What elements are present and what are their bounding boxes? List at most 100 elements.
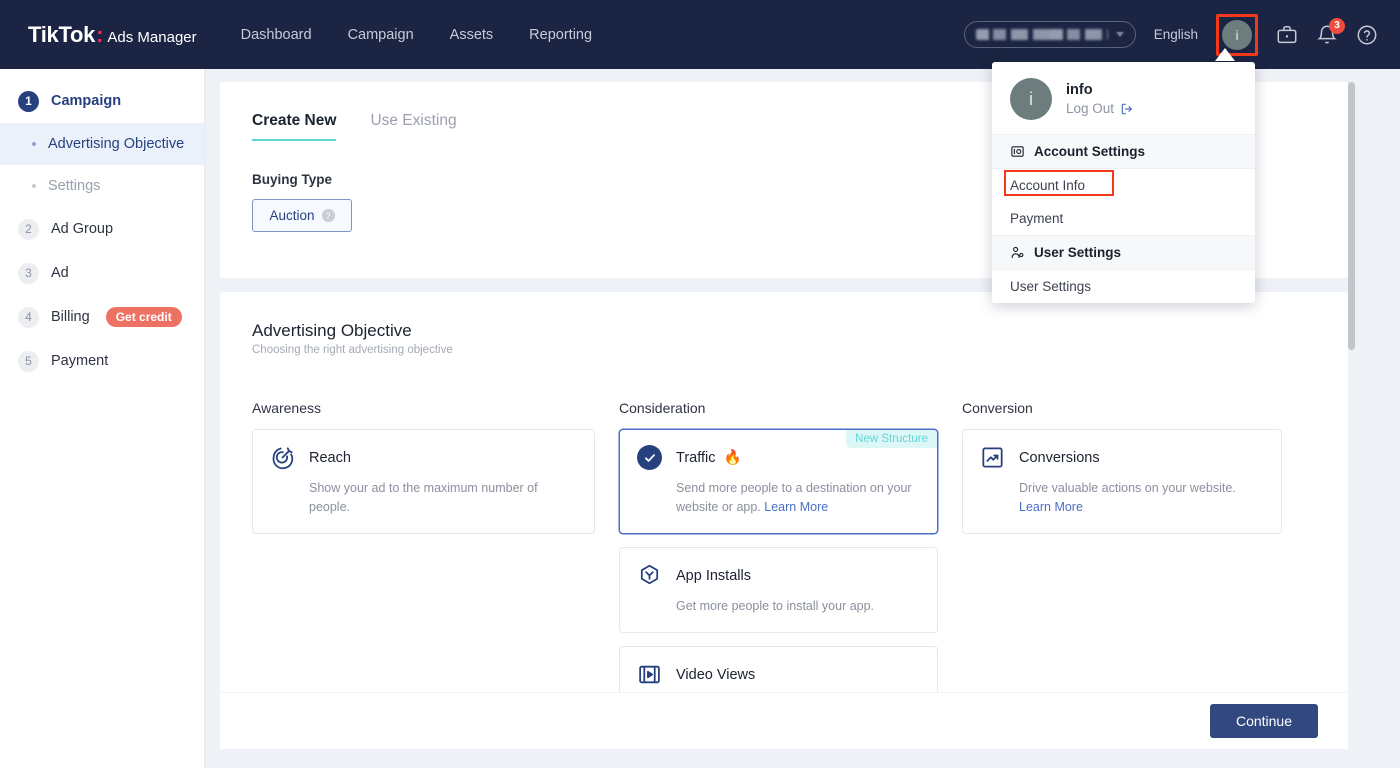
learn-more-link[interactable]: Learn More [764,500,828,514]
objective-card-title: Reach [309,450,351,466]
objective-card-traffic[interactable]: New Structure Traffic 🔥 Sen [619,429,938,534]
sidebar-item-label: Ad Group [51,221,113,237]
account-name-redacted [976,29,1108,40]
nav-item-reporting[interactable]: Reporting [527,21,594,49]
learn-more-link[interactable]: Learn More [1019,500,1083,514]
dropdown-item-label: Account Info [1010,178,1085,193]
objective-card-conversions[interactable]: Conversions Drive valuable actions on yo… [962,429,1282,534]
bell-icon[interactable]: 3 [1316,24,1338,46]
objective-title-text: Reach [309,450,351,466]
dropdown-item-account-info[interactable]: Account Info [992,169,1255,202]
sidebar-item-label: Campaign [51,93,121,109]
dropdown-section-label-account: Account Settings [1034,144,1145,159]
logout-button[interactable]: Log Out [1066,101,1134,116]
left-sidebar: 1 Campaign Advertising Objective Setting… [0,69,205,768]
tab-create-new[interactable]: Create New [252,112,336,141]
objective-card-header: App Installs [637,563,920,588]
page-subtitle: Choosing the right advertising objective [252,344,1316,356]
dropdown-user-header: i info Log Out [992,62,1255,134]
notification-badge: 3 [1329,18,1345,34]
column-heading-consideration: Consideration [619,400,938,416]
fire-emoji-icon: 🔥 [723,449,741,466]
get-credit-badge[interactable]: Get credit [106,307,182,327]
top-header: TikTok : Ads Manager Dashboard Campaign … [0,0,1400,69]
check-circle-icon [637,445,662,470]
step-number: 3 [18,263,39,284]
account-settings-icon [1010,144,1025,159]
buying-type-value: Auction [269,208,314,223]
sidebar-subitem-label: Advertising Objective [48,136,184,152]
sidebar-item-billing[interactable]: 4 Billing Get credit [0,295,204,339]
sidebar-item-campaign[interactable]: 1 Campaign [0,79,204,123]
brand-colon: : [96,22,103,48]
trending-up-square-icon [980,445,1005,470]
sidebar-item-settings[interactable]: Settings [0,165,204,207]
dropdown-avatar: i [1010,78,1052,120]
step-number: 2 [18,219,39,240]
question-mark-icon[interactable]: ? [322,209,335,222]
sidebar-item-advertising-objective[interactable]: Advertising Objective [0,123,204,165]
dropdown-user-name: info [1066,82,1134,98]
objective-description-text: Drive valuable actions on your website. [1019,481,1236,495]
objective-card-description: Show your ad to the maximum number of pe… [309,479,577,517]
objective-card-header: Reach [270,445,577,470]
bullet-dot-icon [32,184,36,188]
objective-title-text: Conversions [1019,450,1100,466]
language-selector[interactable]: English [1154,27,1198,42]
chevron-down-icon [1116,32,1124,37]
column-heading-awareness: Awareness [252,400,595,416]
bullet-dot-icon [32,142,36,146]
user-settings-icon [1010,245,1025,260]
sidebar-item-payment[interactable]: 5 Payment [0,339,204,383]
step-number: 5 [18,351,39,372]
sidebar-item-label: Payment [51,353,108,369]
objective-card-title: App Installs [676,568,751,584]
objective-columns: Awareness Reach [252,400,1316,722]
target-arrow-icon [270,445,295,470]
objective-card-description: Get more people to install your app. [676,597,920,616]
vertical-scrollbar[interactable] [1345,69,1358,768]
brand-logo[interactable]: TikTok : Ads Manager [28,22,197,48]
nav-item-dashboard[interactable]: Dashboard [239,21,314,49]
sidebar-item-ad[interactable]: 3 Ad [0,251,204,295]
objective-card-header: Traffic 🔥 [637,445,920,470]
dropdown-item-label: User Settings [1010,279,1091,294]
objective-card-description: Drive valuable actions on your website. … [1019,479,1264,517]
dropdown-item-user-settings[interactable]: User Settings [992,270,1255,303]
objective-column-consideration: Consideration New Structure Traffic 🔥 [619,400,938,722]
dropdown-item-payment[interactable]: Payment [992,202,1255,235]
main-nav: Dashboard Campaign Assets Reporting [239,21,594,49]
dropdown-section-label-user: User Settings [1034,245,1121,260]
buying-type-auction-button[interactable]: Auction ? [252,199,352,232]
objective-card-header: Conversions [980,445,1264,470]
objective-card-header: Video Views [637,662,920,687]
sidebar-item-ad-group[interactable]: 2 Ad Group [0,207,204,251]
account-dropdown-menu: i info Log Out Account Settings Account … [992,62,1255,303]
hexagon-app-icon [637,563,662,588]
objective-card-title: Traffic 🔥 [676,449,742,466]
objective-card-title: Conversions [1019,450,1100,466]
dropdown-arrow [1215,48,1235,61]
tab-use-existing[interactable]: Use Existing [370,112,456,141]
sidebar-item-label: Ad [51,265,69,281]
help-circle-icon[interactable] [1356,24,1378,46]
continue-button[interactable]: Continue [1210,704,1318,738]
objective-title-text: Traffic [676,450,715,466]
objective-card-app-installs[interactable]: App Installs Get more people to install … [619,547,938,633]
film-play-icon [637,662,662,687]
column-heading-conversion: Conversion [962,400,1282,416]
logout-icon [1120,102,1134,116]
briefcase-icon[interactable] [1276,24,1298,46]
nav-item-assets[interactable]: Assets [448,21,496,49]
objective-card-reach[interactable]: Reach Show your ad to the maximum number… [252,429,595,534]
avatar[interactable]: i [1222,20,1252,50]
scrollbar-thumb[interactable] [1348,82,1355,350]
nav-item-campaign[interactable]: Campaign [346,21,416,49]
advertising-objective-panel: Advertising Objective Choosing the right… [220,292,1348,722]
dropdown-section-user-settings: User Settings [992,235,1255,270]
sidebar-subitem-label: Settings [48,178,100,194]
objective-card-title: Video Views [676,667,755,683]
dropdown-section-account-settings: Account Settings [992,134,1255,169]
account-selector[interactable] [964,21,1136,48]
objective-title-text: Video Views [676,667,755,683]
